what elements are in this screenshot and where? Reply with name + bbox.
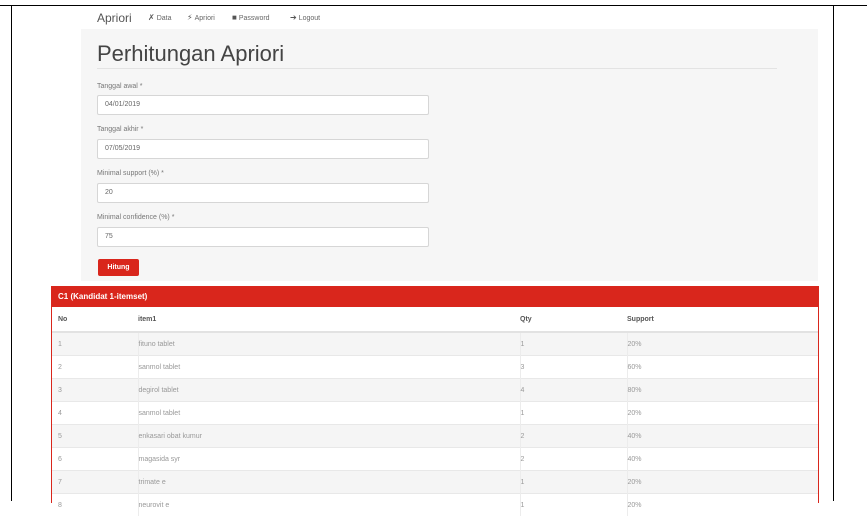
cell-no: 8: [52, 494, 138, 516]
min-confidence-label: Minimal confidence (%) *: [97, 214, 174, 221]
nav-item-logout[interactable]: ➔Logout: [290, 13, 320, 22]
cell-item1: degirol tablet: [138, 379, 520, 402]
lock-icon: ■: [232, 13, 237, 22]
cell-qty: 1: [520, 332, 627, 356]
min-support-label: Minimal support (%) *: [97, 170, 164, 177]
table-row: 2sanmol tablet360%: [52, 356, 818, 379]
nav-item-label: Password: [239, 15, 270, 22]
navbar-brand[interactable]: Apriori: [97, 11, 132, 25]
tanggal-akhir-input[interactable]: 07/05/2019: [97, 139, 429, 159]
table-row: 4sanmol tablet120%: [52, 402, 818, 425]
c1-table: No item1 Qty Support 1fituno tablet120%2…: [52, 308, 818, 516]
cell-qty: 4: [520, 379, 627, 402]
cell-no: 4: [52, 402, 138, 425]
min-support-input[interactable]: 20: [97, 183, 429, 203]
min-confidence-input[interactable]: 75: [97, 227, 429, 247]
cell-item1: sanmol tablet: [138, 402, 520, 425]
cell-item1: fituno tablet: [138, 332, 520, 356]
cell-support: 40%: [627, 448, 818, 471]
cell-item1: neurovit e: [138, 494, 520, 516]
table-row: 1fituno tablet120%: [52, 332, 818, 356]
cell-qty: 1: [520, 402, 627, 425]
col-header-qty: Qty: [520, 308, 627, 332]
cell-qty: 1: [520, 494, 627, 516]
tanggal-awal-label: Tanggal awal *: [97, 83, 143, 90]
cell-no: 1: [52, 332, 138, 356]
col-header-support: Support: [627, 308, 818, 332]
nav-item-data[interactable]: ✗Data: [148, 13, 172, 22]
table-header-row: No item1 Qty Support: [52, 308, 818, 332]
cell-support: 40%: [627, 425, 818, 448]
nav-item-label: Logout: [299, 15, 320, 22]
cell-qty: 3: [520, 356, 627, 379]
wrench-icon: ✗: [148, 13, 155, 22]
table-row: 3degirol tablet480%: [52, 379, 818, 402]
table-row: 7trimate e120%: [52, 471, 818, 494]
frame-left-line: [11, 5, 12, 501]
col-header-item1: item1: [138, 308, 520, 332]
hitung-button[interactable]: Hitung: [98, 259, 139, 276]
cell-support: 20%: [627, 332, 818, 356]
cell-no: 7: [52, 471, 138, 494]
cell-support: 60%: [627, 356, 818, 379]
cell-no: 5: [52, 425, 138, 448]
cell-support: 20%: [627, 471, 818, 494]
cell-item1: magasida syr: [138, 448, 520, 471]
col-header-no: No: [52, 308, 138, 332]
cell-qty: 2: [520, 448, 627, 471]
table-row: 8neurovit e120%: [52, 494, 818, 516]
nav-item-apriori[interactable]: ⚡Apriori: [187, 13, 215, 22]
cell-support: 20%: [627, 402, 818, 425]
cell-no: 6: [52, 448, 138, 471]
cell-qty: 2: [520, 425, 627, 448]
cell-support: 20%: [627, 494, 818, 516]
cell-no: 3: [52, 379, 138, 402]
cell-no: 2: [52, 356, 138, 379]
nav-item-label: Apriori: [195, 15, 215, 22]
cell-item1: enkasari obat kumur: [138, 425, 520, 448]
title-divider: [97, 68, 777, 69]
tanggal-akhir-label: Tanggal akhir *: [97, 126, 143, 133]
nav-item-label: Data: [157, 15, 172, 22]
tanggal-awal-input[interactable]: 04/01/2019: [97, 95, 429, 115]
c1-table-body: 1fituno tablet120%2sanmol tablet360%3deg…: [52, 332, 818, 516]
cell-item1: sanmol tablet: [138, 356, 520, 379]
cell-qty: 1: [520, 471, 627, 494]
bolt-icon: ⚡: [187, 13, 193, 22]
table-row: 6magasida syr240%: [52, 448, 818, 471]
nav-item-password[interactable]: ■Password: [232, 13, 270, 22]
table-row: 5enkasari obat kumur240%: [52, 425, 818, 448]
cell-item1: trimate e: [138, 471, 520, 494]
frame-right-line: [833, 5, 834, 501]
logout-icon: ➔: [290, 13, 297, 22]
cell-support: 80%: [627, 379, 818, 402]
page-title: Perhitungan Apriori: [97, 41, 284, 67]
